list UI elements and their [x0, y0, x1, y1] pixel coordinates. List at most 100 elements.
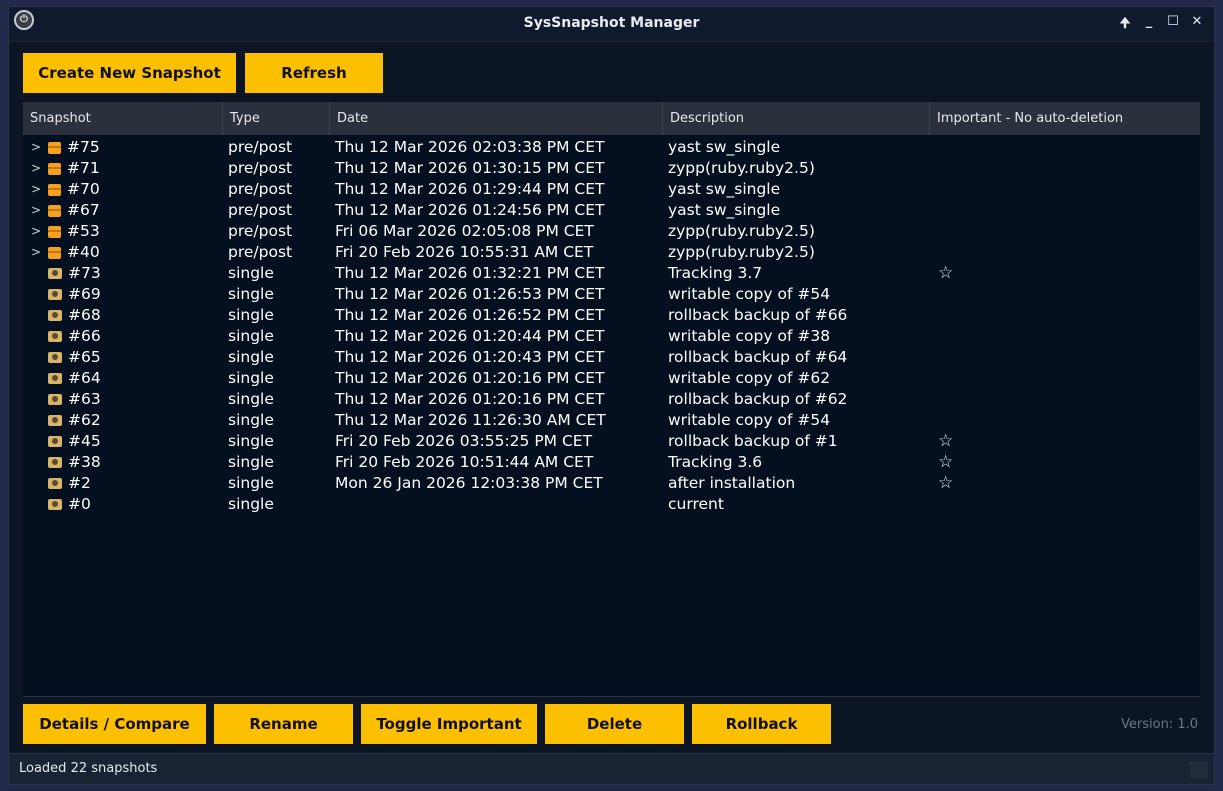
type-cell: single [228, 306, 274, 324]
type-cell: single [228, 285, 274, 303]
snapshot-cell: >#63 [23, 389, 223, 410]
rename-button[interactable]: Rename [214, 704, 353, 744]
column-header-description[interactable]: Description [663, 102, 930, 135]
table-row[interactable]: >#38 single Fri 20 Feb 2026 10:51:44 AM CE… [23, 452, 1200, 473]
important-star-icon [930, 158, 1200, 179]
resize-grip[interactable] [1190, 761, 1208, 779]
type-cell: single [228, 327, 274, 345]
snapshot-tree[interactable]: Snapshot Type Date Description Important… [23, 102, 1200, 697]
column-header-type[interactable]: Type [223, 102, 330, 135]
date-cell: Fri 20 Feb 2026 10:55:31 AM CET [335, 243, 594, 261]
type-cell: single [228, 495, 274, 513]
table-row[interactable]: >#73 single Thu 12 Mar 2026 01:32:21 PM CE… [23, 263, 1200, 284]
table-body: > #75 pre/post Thu 12 Mar 2026 02:03:38 PM … [23, 135, 1200, 515]
expand-chevron-icon[interactable]: > [28, 158, 44, 179]
keep-above-icon[interactable]: 🠉 [1118, 14, 1132, 36]
snapshot-cell: >#45 [23, 431, 223, 452]
camera-icon [48, 331, 62, 342]
column-header-important[interactable]: Important - No auto-deletion [930, 102, 1200, 135]
camera-icon [48, 394, 62, 405]
snapshot-cell: > #40 [23, 242, 223, 263]
description-cell: Tracking 3.6 [668, 453, 763, 471]
important-star-icon [930, 326, 1200, 347]
important-star-icon [930, 305, 1200, 326]
details-compare-button[interactable]: Details / Compare [23, 704, 206, 744]
expand-chevron-icon[interactable]: > [28, 221, 44, 242]
important-star-icon [930, 389, 1200, 410]
date-cell: Thu 12 Mar 2026 01:32:21 PM CET [335, 264, 605, 282]
camera-icon [48, 478, 62, 489]
table-row[interactable]: >#45 single Fri 20 Feb 2026 03:55:25 PM CE… [23, 431, 1200, 452]
expand-chevron-icon[interactable]: > [28, 179, 44, 200]
date-cell: Thu 12 Mar 2026 01:20:16 PM CET [335, 390, 605, 408]
minimize-icon[interactable]: _ [1142, 14, 1156, 36]
type-cell: single [228, 348, 274, 366]
date-cell: Thu 12 Mar 2026 01:24:56 PM CET [335, 201, 605, 219]
expand-chevron-icon[interactable]: > [28, 137, 44, 158]
delete-button[interactable]: Delete [545, 704, 684, 744]
table-row[interactable]: > #75 pre/post Thu 12 Mar 2026 02:03:38 PM … [23, 137, 1200, 158]
snapshot-cell: >#66 [23, 326, 223, 347]
title-bar[interactable]: ⏻ SysSnapshot Manager 🠉 _ ☐ ✕ [9, 7, 1214, 42]
snapshot-id: #66 [68, 327, 101, 345]
important-star-icon [930, 179, 1200, 200]
table-row[interactable]: > #71 pre/post Thu 12 Mar 2026 01:30:15 PM … [23, 158, 1200, 179]
type-cell: single [228, 411, 274, 429]
snapshot-id: #68 [68, 306, 101, 324]
snapshot-id: #63 [68, 390, 101, 408]
camera-icon [48, 268, 62, 279]
table-row[interactable]: >#69 single Thu 12 Mar 2026 01:26:53 PM CE… [23, 284, 1200, 305]
table-row[interactable]: >#62 single Thu 12 Mar 2026 11:26:30 AM CE… [23, 410, 1200, 431]
rollback-button[interactable]: Rollback [692, 704, 831, 744]
app-window: ⏻ SysSnapshot Manager 🠉 _ ☐ ✕ Create New… [8, 6, 1215, 785]
snapshot-cell: >#0 [23, 494, 223, 515]
maximize-icon[interactable]: ☐ [1166, 14, 1180, 36]
snapshot-id: #70 [67, 180, 100, 198]
toggle-important-button[interactable]: Toggle Important [361, 704, 537, 744]
table-row[interactable]: >#68 single Thu 12 Mar 2026 01:26:52 PM CE… [23, 305, 1200, 326]
type-cell: pre/post [228, 159, 293, 177]
description-cell: rollback backup of #1 [668, 432, 838, 450]
snapshot-cell: >#68 [23, 305, 223, 326]
expand-chevron-icon[interactable]: > [28, 242, 44, 263]
table-row[interactable]: > #53 pre/post Fri 06 Mar 2026 02:05:08 PM … [23, 221, 1200, 242]
date-cell: Thu 12 Mar 2026 01:26:53 PM CET [335, 285, 605, 303]
table-row[interactable]: >#2 single Mon 26 Jan 2026 12:03:38 PM CET… [23, 473, 1200, 494]
snapshot-cell: >#69 [23, 284, 223, 305]
important-star-icon: ☆ [938, 431, 954, 451]
important-star-icon [930, 137, 1200, 158]
snapshot-id: #75 [67, 138, 100, 156]
create-snapshot-button[interactable]: Create New Snapshot [23, 53, 236, 93]
table-row[interactable]: >#66 single Thu 12 Mar 2026 01:20:44 PM CE… [23, 326, 1200, 347]
table-row[interactable]: > #40 pre/post Fri 20 Feb 2026 10:55:31 AM … [23, 242, 1200, 263]
snapshot-id: #71 [67, 159, 100, 177]
snapshot-cell: > #71 [23, 158, 223, 179]
column-header-date[interactable]: Date [330, 102, 663, 135]
date-cell [330, 494, 663, 515]
important-star-icon [930, 284, 1200, 305]
refresh-button[interactable]: Refresh [245, 53, 383, 93]
package-icon [48, 162, 61, 175]
table-row[interactable]: >#64 single Thu 12 Mar 2026 01:20:16 PM CE… [23, 368, 1200, 389]
date-cell: Thu 12 Mar 2026 01:20:16 PM CET [335, 369, 605, 387]
snapshot-id: #53 [67, 222, 100, 240]
table-row[interactable]: > #67 pre/post Thu 12 Mar 2026 01:24:56 PM … [23, 200, 1200, 221]
camera-icon [48, 457, 62, 468]
window-title: SysSnapshot Manager [523, 15, 700, 31]
table-row[interactable]: >#65 single Thu 12 Mar 2026 01:20:43 PM CE… [23, 347, 1200, 368]
table-row[interactable]: >#63 single Thu 12 Mar 2026 01:20:16 PM CE… [23, 389, 1200, 410]
action-bar: Details / Compare Rename Toggle Importan… [23, 704, 831, 744]
camera-icon [48, 289, 62, 300]
package-icon [48, 225, 61, 238]
snapshot-cell: >#38 [23, 452, 223, 473]
date-cell: Fri 06 Mar 2026 02:05:08 PM CET [335, 222, 594, 240]
camera-icon [48, 415, 62, 426]
type-cell: single [228, 474, 274, 492]
close-icon[interactable]: ✕ [1190, 14, 1204, 36]
column-header-snapshot[interactable]: Snapshot [23, 102, 223, 135]
table-row[interactable]: >#0 single current [23, 494, 1200, 515]
snapshot-cell: > #53 [23, 221, 223, 242]
expand-chevron-icon[interactable]: > [28, 200, 44, 221]
important-star-icon [930, 410, 1200, 431]
table-row[interactable]: > #70 pre/post Thu 12 Mar 2026 01:29:44 PM … [23, 179, 1200, 200]
